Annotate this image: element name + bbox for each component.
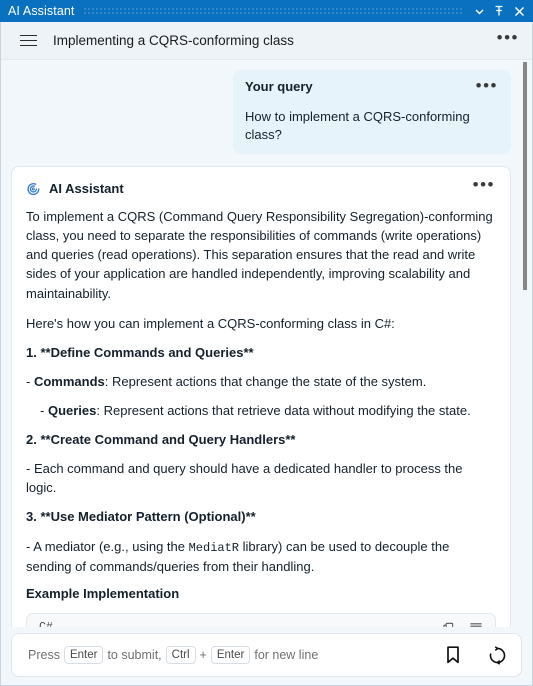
user-query-bubble: Your query ••• How to implement a CQRS-c… [233, 70, 511, 155]
assistant-overflow-menu-button[interactable]: ••• [472, 176, 496, 198]
refresh-icon[interactable] [488, 645, 507, 665]
conversation-title: Implementing a CQRS-conforming class [53, 33, 294, 48]
pin-icon[interactable] [489, 1, 509, 21]
assistant-response-card: AI Assistant ••• To implement a CQRS (Co… [11, 166, 511, 627]
hint-press-label: Press [28, 647, 60, 662]
conversation-scrollbar-thumb[interactable] [523, 62, 527, 290]
step-1-queries-item: - Queries: Represent actions that retrie… [26, 401, 496, 420]
hint-plus-label: + [199, 647, 207, 662]
step-2-heading: 2. **Create Command and Query Handlers** [26, 430, 496, 449]
panel-header: Implementing a CQRS-conforming class ••• [1, 22, 532, 60]
key-enter-newline: Enter [210, 645, 251, 665]
copy-icon[interactable] [442, 621, 455, 627]
queries-description: : Represent actions that retrieve data w… [96, 402, 471, 418]
code-language-label: C# [39, 621, 53, 627]
conversation-scroll-area[interactable]: Your query ••• How to implement a CQRS-c… [1, 60, 532, 627]
bookmark-icon[interactable] [444, 645, 462, 665]
assistant-identity: AI Assistant [26, 181, 124, 196]
window-titlebar: AI Assistant [0, 0, 533, 22]
assistant-intro-paragraph: To implement a CQRS (Command Query Respo… [26, 209, 493, 301]
example-implementation-heading: Example Implementation [26, 586, 180, 602]
key-ctrl: Ctrl [165, 645, 196, 665]
chevron-down-icon[interactable] [469, 1, 489, 21]
titlebar-drag-grip[interactable] [82, 6, 463, 16]
composer-hint: Press Enter to submit, Ctrl + Enter for … [28, 645, 444, 665]
queries-bullet: - [40, 402, 48, 418]
step-2-body: - Each command and query should have a d… [26, 461, 463, 496]
user-query-label: Your query [245, 79, 313, 94]
header-overflow-menu-button[interactable]: ••• [496, 29, 520, 51]
user-query-header: Your query ••• [245, 77, 499, 99]
ai-spiral-icon [26, 181, 41, 196]
assistant-lead-in-paragraph: Here's how you can implement a CQRS-conf… [26, 315, 395, 331]
hint-newline-label: for new line [254, 647, 319, 662]
commands-term: Commands [33, 373, 105, 389]
window-title: AI Assistant [8, 4, 75, 18]
step-3-heading: 3. **Use Mediator Pattern (Optional)** [26, 507, 496, 526]
conversation-scrollbar-track[interactable] [521, 60, 529, 627]
queries-term: Queries [47, 402, 97, 418]
user-query-text: How to implement a CQRS-conforming class… [245, 109, 470, 142]
step-1-commands-item: - Commands: Represent actions that chang… [26, 372, 496, 391]
assistant-response-header: AI Assistant ••• [26, 176, 496, 198]
assistant-name: AI Assistant [49, 180, 124, 196]
hint-submit-label: to submit, [107, 647, 162, 662]
user-query-overflow-menu-button[interactable]: ••• [475, 77, 499, 99]
key-enter-submit: Enter [63, 645, 104, 665]
code-block-header: C# [27, 614, 495, 627]
composer-input-bar[interactable]: Press Enter to submit, Ctrl + Enter for … [11, 633, 522, 677]
step-3-body-before: - A mediator (e.g., using the [26, 538, 189, 554]
composer-area: Press Enter to submit, Ctrl + Enter for … [1, 627, 532, 685]
step-1-heading-text: 1. **Define Commands and Queries** [26, 344, 254, 360]
commands-bullet: - [26, 373, 34, 389]
ai-assistant-panel: Implementing a CQRS-conforming class •••… [0, 22, 533, 686]
user-message-row: Your query ••• How to implement a CQRS-c… [11, 70, 516, 155]
commands-description: : Represent actions that change the stat… [104, 373, 427, 389]
composer-actions [444, 645, 507, 665]
step-3-heading-text: 3. **Use Mediator Pattern (Optional)** [26, 509, 256, 525]
code-block: C# [26, 613, 496, 627]
step-3-body: - A mediator (e.g., using the MediatR li… [26, 537, 496, 577]
step-2-heading-text: 2. **Create Command and Query Handlers** [26, 432, 296, 448]
hamburger-menu-icon[interactable] [15, 28, 41, 54]
close-icon[interactable] [509, 1, 529, 21]
insert-code-icon[interactable] [469, 621, 483, 627]
mediatr-inline-code: MediatR [188, 540, 240, 555]
code-block-actions [442, 621, 483, 627]
step-1-heading: 1. **Define Commands and Queries** [26, 343, 496, 362]
